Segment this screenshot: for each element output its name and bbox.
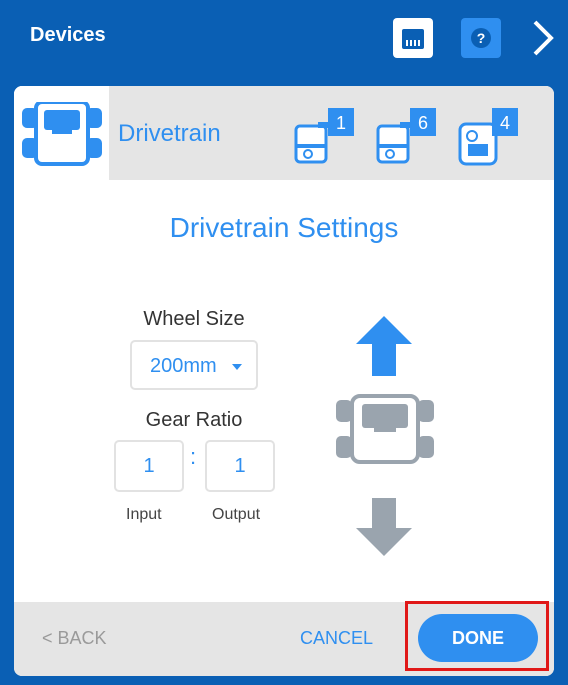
- drivetrain-icon: [336, 394, 434, 464]
- next-button[interactable]: [527, 18, 557, 58]
- gear-ratio-input-field[interactable]: 1: [114, 440, 184, 492]
- back-button[interactable]: < BACK: [42, 628, 107, 649]
- header-bar: Devices ?: [0, 0, 568, 78]
- wheel-size-select[interactable]: 200mm: [130, 340, 258, 390]
- header-title: Devices: [30, 24, 106, 46]
- chevron-right-icon: [533, 20, 554, 56]
- tab-drivetrain[interactable]: [14, 86, 109, 180]
- gear-ratio-separator: :: [190, 444, 197, 469]
- arrow-up-icon: [356, 316, 412, 376]
- device-tab-bar: Drivetrain 1 6 4: [14, 86, 554, 180]
- drivetrain-icon: [22, 102, 102, 166]
- motor-device-icon: 1: [294, 108, 354, 164]
- input-caption: Input: [126, 506, 162, 523]
- wheel-size-value: 200mm: [150, 355, 217, 377]
- chevron-down-icon: [232, 364, 242, 370]
- port-number: 1: [336, 113, 346, 133]
- device-motor-port-1[interactable]: 1: [290, 104, 360, 168]
- port-number: 4: [500, 113, 510, 133]
- cancel-button[interactable]: CANCEL: [300, 628, 373, 649]
- gyro-device-icon: 4: [458, 108, 518, 166]
- done-highlight-box: [405, 601, 549, 671]
- brain-port-icon: [402, 29, 424, 49]
- gear-ratio-output-field[interactable]: 1: [205, 440, 275, 492]
- port-number: 6: [418, 113, 428, 133]
- help-button[interactable]: ?: [461, 18, 501, 58]
- brain-port-button[interactable]: [393, 18, 433, 58]
- motor-device-icon: 6: [376, 108, 436, 164]
- device-gyro-port-4[interactable]: 4: [454, 104, 524, 168]
- wheel-size-label: Wheel Size: [143, 308, 245, 330]
- arrow-down-icon: [356, 498, 412, 556]
- device-motor-port-6[interactable]: 6: [372, 104, 442, 168]
- device-panel: Drivetrain 1 6 4 Drivetrain Settings Whe…: [14, 86, 554, 676]
- output-caption: Output: [212, 506, 261, 523]
- tab-drivetrain-label: Drivetrain: [118, 120, 221, 147]
- gear-ratio-label: Gear Ratio: [145, 409, 243, 431]
- settings-title: Drivetrain Settings: [169, 212, 399, 243]
- help-icon: ?: [471, 28, 491, 48]
